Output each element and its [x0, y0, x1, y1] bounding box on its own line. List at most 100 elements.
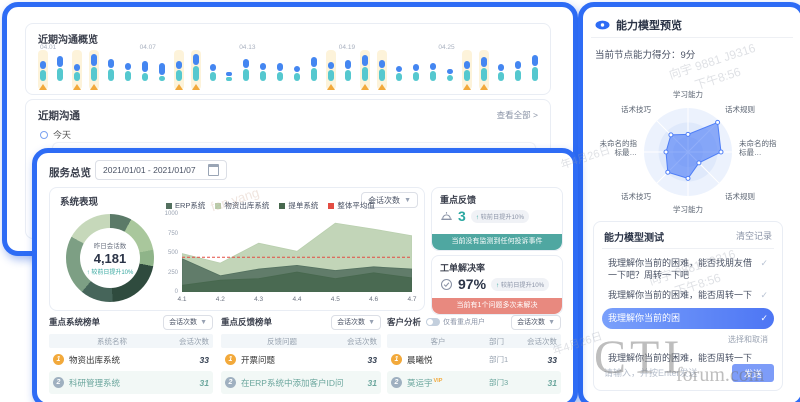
- date-range-value: 2021/01/01 - 2021/01/07: [103, 165, 196, 175]
- table-sort-dropdown[interactable]: 会话次数▼: [163, 315, 213, 330]
- test-message[interactable]: 我理解你当前的困难，能否找朋友借一下吧？周转一下吧✓: [602, 253, 774, 285]
- row-dept: 部门3: [489, 377, 523, 388]
- capability-title: 能力模型预览: [616, 17, 682, 33]
- today-label: 今天: [53, 128, 71, 141]
- comm-bar: [311, 53, 317, 81]
- column-label: 反馈问题: [221, 336, 343, 347]
- column-label: 客户: [387, 336, 489, 347]
- table-row[interactable]: 1开票问题33: [221, 348, 381, 371]
- capability-header: 能力模型预览: [595, 17, 682, 33]
- table-row[interactable]: 1晨曦悦部门133: [387, 348, 561, 371]
- test-message[interactable]: 我理解你当前的困✓: [602, 308, 774, 328]
- table-row[interactable]: 2莫运宇VIP部门331: [387, 371, 561, 394]
- rank-table-2: 客户分析仅看重点用户会话次数▼客户部门会话次数1晨曦悦部门1332莫运宇VIP部…: [387, 313, 561, 397]
- send-button[interactable]: 发送: [732, 364, 774, 382]
- bar-teal-segment: [108, 69, 114, 81]
- capability-test-header: 能力模型测试 清空记录: [604, 229, 772, 244]
- table-row[interactable]: 2在ERP系统中添加客户ID问题31: [221, 371, 381, 394]
- bar-blue-segment: [108, 59, 114, 68]
- bar-teal-segment: [243, 69, 249, 81]
- axis-tick: 1000: [165, 211, 178, 217]
- bar-teal-segment: [328, 70, 334, 81]
- comm-bar-chart: 04.0104.0704.1304.1904.25: [40, 44, 538, 90]
- comm-bar: [515, 53, 521, 81]
- bar-blue-segment: [396, 66, 402, 72]
- test-message[interactable]: 我理解你当前的困难，能否周转一下✓: [602, 285, 774, 305]
- view-all-link[interactable]: 查看全部 >: [497, 109, 538, 121]
- donut-label: 昨日会话数: [94, 240, 127, 250]
- row-name: 在ERP系统中添加客户ID问题: [241, 377, 343, 389]
- date-range-picker[interactable]: 2021/01/01 - 2021/01/07: [95, 160, 227, 180]
- recent-comm-title: 近期沟通: [38, 108, 80, 123]
- bar-teal-segment: [464, 70, 470, 81]
- bar-teal-segment: [226, 77, 232, 81]
- vip-toggle-label: 仅看重点用户: [443, 317, 485, 327]
- bar-teal-segment: [413, 72, 419, 81]
- comm-bar: [226, 53, 232, 81]
- comm-bar: [210, 53, 216, 81]
- bar-teal-segment: [159, 76, 165, 81]
- chevron-down-icon: ▼: [200, 319, 207, 326]
- comm-bar: [413, 53, 419, 81]
- service-dashboard-frame: 服务总览 2021/01/01 - 2021/01/07 系统表现 会话次数 ▼…: [32, 148, 578, 402]
- comm-bar: [396, 53, 402, 81]
- bar-teal-segment: [481, 68, 487, 81]
- ticket-resolution-row: 97% ↑ 较前日提升10%: [440, 276, 556, 292]
- rank-medal-icon: 1: [53, 354, 64, 365]
- table-row[interactable]: 1物资出库系统33: [49, 348, 213, 371]
- vip-toggle[interactable]: [426, 318, 440, 326]
- axis-tick: 4.5: [331, 296, 340, 303]
- table-column-header: 系统名称会话次数: [49, 334, 213, 348]
- screenshot-stage: 近期沟通概览 04.0104.0704.1304.1904.25 近期沟通 查看…: [0, 0, 800, 402]
- table-header: 重点反馈榜单会话次数▼: [221, 313, 381, 331]
- table-sort-dropdown[interactable]: 会话次数▼: [331, 315, 381, 330]
- ticket-resolution-title: 工单解决率: [440, 261, 485, 274]
- message-text: 我理解你当前的困: [608, 312, 756, 324]
- system-area-chart: [182, 218, 412, 292]
- bar-blue-segment: [142, 61, 148, 72]
- capability-test-card: 能力模型测试 清空记录 我理解你当前的困难，能否找朋友借一下吧？周转一下吧✓我理…: [593, 221, 783, 391]
- bar-blue-segment: [328, 62, 334, 69]
- capability-test-title: 能力模型测试: [604, 229, 664, 244]
- bar-teal-segment: [532, 67, 538, 81]
- bar-teal-segment: [379, 69, 385, 81]
- warning-triangle-icon: [175, 84, 183, 90]
- row-value: 33: [343, 355, 381, 365]
- bar-row: [40, 53, 538, 81]
- bar-blue-segment: [210, 64, 216, 71]
- key-feedback-banner: 当前没有监测到任何投诉事件: [432, 234, 562, 250]
- bar-blue-segment: [379, 60, 385, 68]
- ticket-resolution-card: 工单解决率 97% ↑ 较前日提升10% 当前有1个问题多次未解决: [431, 255, 563, 315]
- table-sort-dropdown[interactable]: 会话次数▼: [511, 315, 561, 330]
- warning-triangle-icon: [378, 84, 386, 90]
- warning-triangle-icon: [90, 84, 98, 90]
- chat-input-row: 发送: [602, 363, 774, 383]
- axis-tick: 4.6: [369, 296, 378, 303]
- comm-bar: [57, 53, 63, 81]
- bar-blue-segment: [74, 64, 80, 71]
- chevron-down-icon: ▼: [548, 319, 555, 326]
- bar-teal-segment: [294, 73, 300, 81]
- capability-score: 当前节点能力得分：9分: [595, 47, 695, 61]
- column-label: 部门: [489, 336, 523, 347]
- comm-bar: [294, 53, 300, 81]
- column-label: 会话次数: [523, 336, 561, 347]
- bar-teal-segment: [430, 71, 436, 81]
- bar-blue-segment: [532, 55, 538, 66]
- row-name: 莫运宇VIP: [407, 377, 489, 389]
- column-label: 会话次数: [175, 336, 213, 347]
- table-row[interactable]: 2科研管理系统31: [49, 371, 213, 394]
- row-name: 开票问题: [241, 354, 343, 366]
- chat-input[interactable]: [602, 367, 732, 379]
- warning-triangle-icon: [480, 84, 488, 90]
- bar-blue-segment: [91, 54, 97, 66]
- row-name: 科研管理系统: [69, 377, 175, 389]
- rank-medal-icon: 2: [391, 377, 402, 388]
- comm-bar: [498, 53, 504, 81]
- donut-delta: ↑ 较前日提升10%: [87, 267, 134, 276]
- clear-records-link[interactable]: 清空记录: [736, 229, 772, 244]
- bar-teal-segment: [260, 71, 266, 81]
- comm-bar: [142, 53, 148, 81]
- message-text: 我理解你当前的困难，能否周转一下: [608, 289, 756, 301]
- comm-bar: [74, 53, 80, 81]
